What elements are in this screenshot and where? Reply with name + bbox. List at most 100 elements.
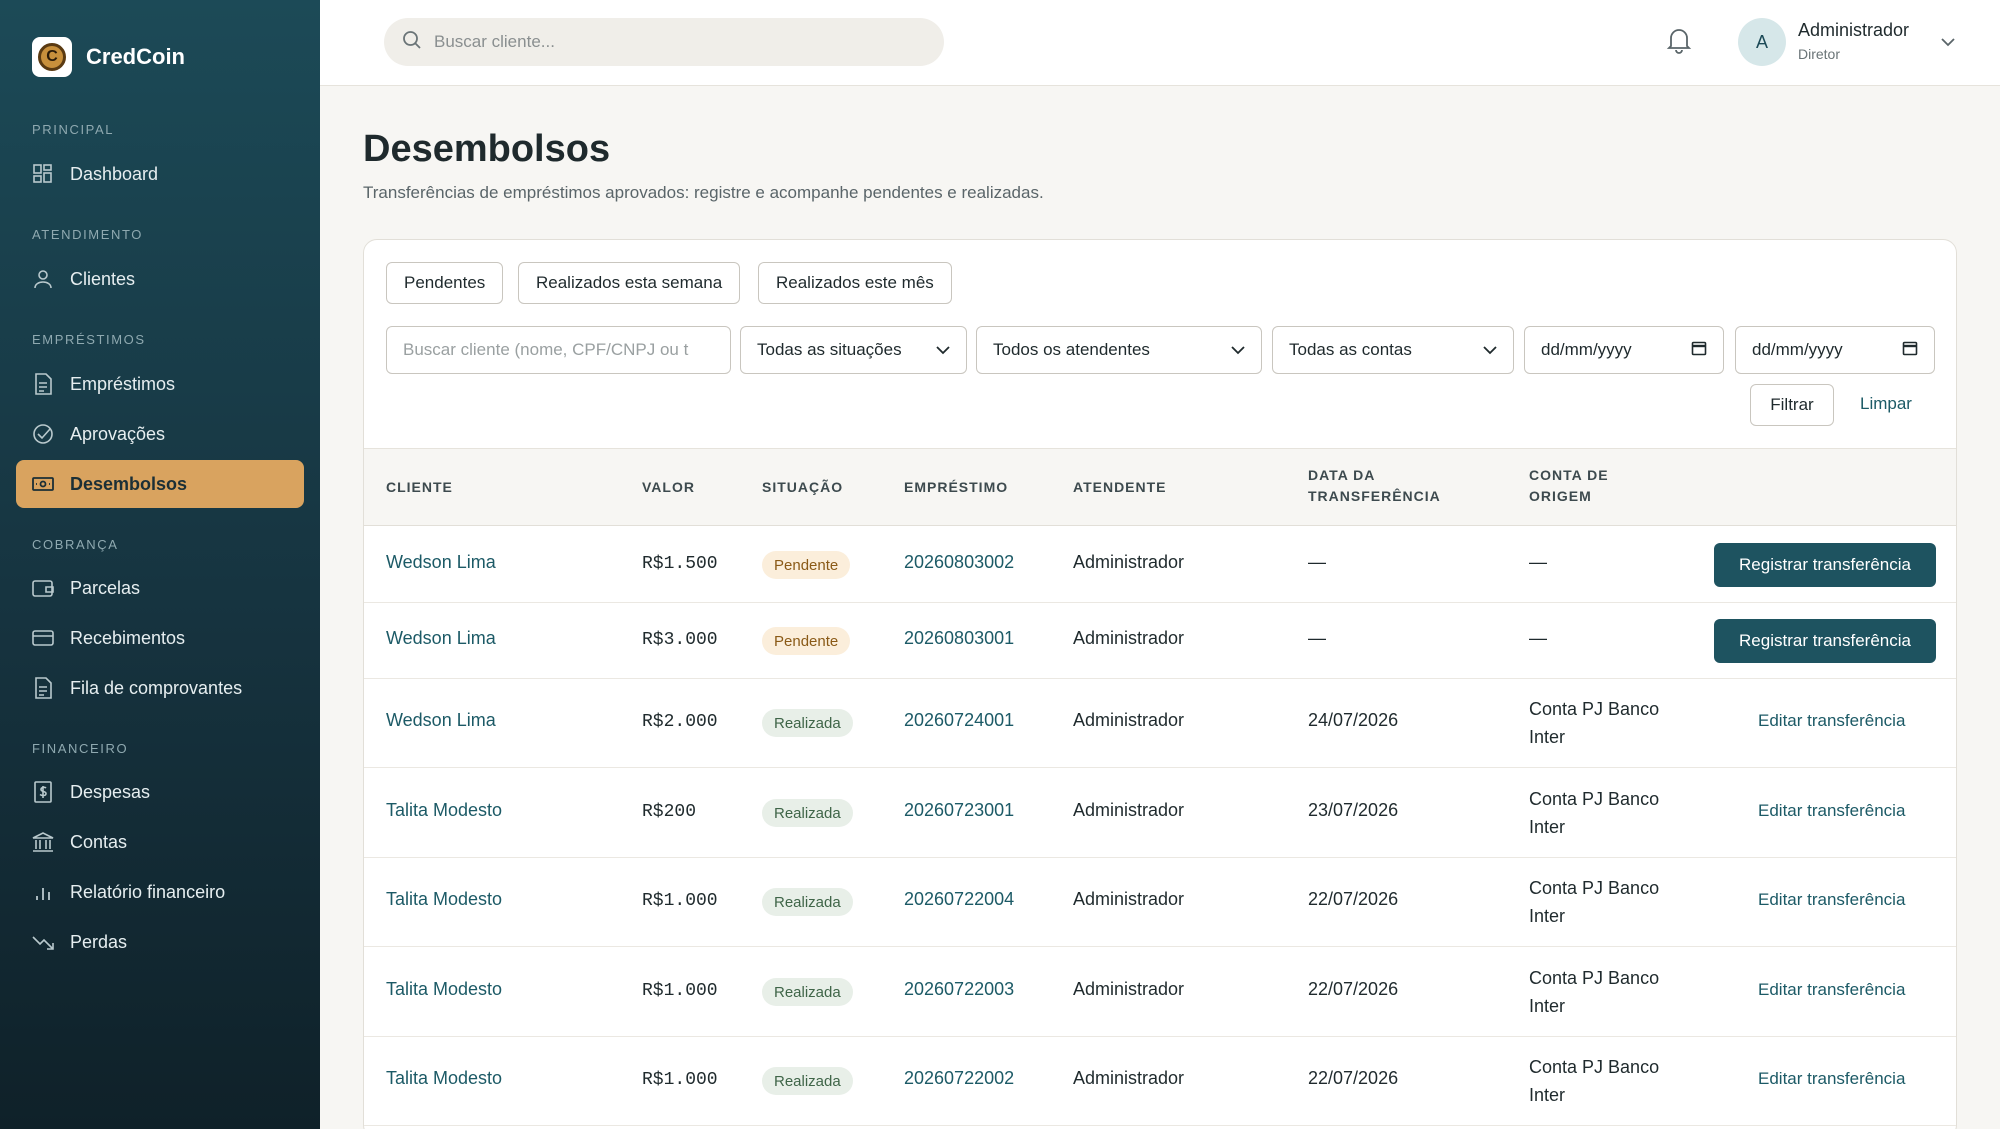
loan-link[interactable]: 20260723001 — [904, 800, 1014, 821]
column-header-loan[interactable]: EMPRÉSTIMO — [904, 477, 1008, 498]
column-header-transfer-date[interactable]: DATA DA TRANSFERÊNCIA — [1308, 465, 1441, 507]
status-select[interactable]: Todas as situações — [740, 326, 967, 374]
column-header-value[interactable]: VALOR — [642, 477, 695, 498]
quick-filter-realizados-semana[interactable]: Realizados esta semana — [518, 262, 741, 304]
sidebar-item-emprestimos[interactable]: Empréstimos — [16, 360, 304, 408]
clear-button[interactable]: Limpar — [1860, 394, 1912, 414]
edit-transfer-link[interactable]: Editar transferência — [1758, 711, 1905, 731]
user-role: Diretor — [1798, 46, 1841, 62]
loan-link[interactable]: 20260722004 — [904, 889, 1014, 910]
nav-section-principal: PRINCIPAL — [32, 122, 115, 137]
bar-chart-icon — [32, 881, 54, 903]
sidebar-item-label: Contas — [70, 831, 128, 852]
client-link[interactable]: Wedson Lima — [386, 710, 496, 731]
loan-link[interactable]: 20260724001 — [904, 710, 1014, 731]
column-header-attendant[interactable]: ATENDENTE — [1073, 477, 1167, 498]
register-transfer-button[interactable]: Registrar transferência — [1714, 543, 1936, 587]
edit-transfer-link[interactable]: Editar transferência — [1758, 980, 1905, 1000]
origin-account-cell: — — [1529, 552, 1547, 572]
sidebar-item-label: Aprovações — [70, 423, 166, 444]
global-search[interactable] — [384, 18, 944, 66]
edit-transfer-link[interactable]: Editar transferência — [1758, 1069, 1905, 1089]
client-link[interactable]: Wedson Lima — [386, 552, 496, 573]
user-icon — [32, 268, 54, 290]
user-name[interactable]: Administrador — [1798, 20, 1909, 41]
calendar-icon[interactable] — [1691, 340, 1707, 361]
search-input[interactable] — [434, 32, 914, 52]
sidebar-item-desembolsos[interactable]: Desembolsos — [16, 460, 304, 508]
origin-account-line: Inter — [1529, 727, 1566, 747]
value-cell: R$2.000 — [642, 712, 718, 732]
column-header-client[interactable]: CLIENTE — [386, 477, 453, 498]
client-link[interactable]: Wedson Lima — [386, 628, 496, 649]
column-header-line: TRANSFERÊNCIA — [1308, 488, 1441, 504]
value-cell: R$200 — [642, 802, 697, 822]
loan-link[interactable]: 20260803001 — [904, 628, 1014, 649]
loan-link[interactable]: 20260722002 — [904, 1068, 1014, 1089]
origin-account-cell: Conta PJ Banco Inter — [1529, 695, 1659, 751]
avatar[interactable]: A — [1738, 18, 1786, 66]
loan-link[interactable]: 20260803002 — [904, 552, 1014, 573]
client-link[interactable]: Talita Modesto — [386, 1068, 502, 1089]
value-cell: R$1.000 — [642, 891, 718, 911]
sidebar-item-despesas[interactable]: Despesas — [16, 768, 304, 816]
page-title: Desembolsos — [363, 128, 611, 170]
client-link[interactable]: Talita Modesto — [386, 979, 502, 1000]
table-row: Talita Modesto R$200 Realizada 202607230… — [364, 768, 1956, 858]
chevron-down-icon[interactable] — [1940, 34, 1956, 52]
edit-transfer-link[interactable]: Editar transferência — [1758, 801, 1905, 821]
client-link[interactable]: Talita Modesto — [386, 889, 502, 910]
chevron-down-icon — [936, 340, 950, 360]
bell-icon[interactable] — [1666, 26, 1696, 58]
origin-account-cell: Conta PJ Banco Inter — [1529, 874, 1659, 930]
status-badge: Realizada — [762, 888, 853, 916]
status-badge: Pendente — [762, 551, 851, 579]
client-search-placeholder: Buscar cliente (nome, CPF/CNPJ ou t — [403, 340, 689, 359]
sidebar-item-dashboard[interactable]: Dashboard — [16, 150, 304, 198]
sidebar-item-label: Parcelas — [70, 577, 141, 598]
edit-transfer-link[interactable]: Editar transferência — [1758, 890, 1905, 910]
client-search-field[interactable]: Buscar cliente (nome, CPF/CNPJ ou t — [386, 326, 731, 374]
transfer-date-cell: 23/07/2026 — [1308, 800, 1399, 820]
loan-link[interactable]: 20260722003 — [904, 979, 1014, 1000]
account-select[interactable]: Todas as contas — [1272, 326, 1514, 374]
nav-section-atendimento: ATENDIMENTO — [32, 227, 144, 242]
sidebar-item-fila-de-comprovantes[interactable]: Fila de comprovantes — [16, 664, 304, 712]
attendant-cell: Administrador — [1073, 889, 1185, 909]
table-row: Talita Modesto R$1.000 Realizada 2026072… — [364, 947, 1956, 1037]
column-header-status[interactable]: SITUAÇÃO — [762, 477, 843, 498]
sidebar-item-clientes[interactable]: Clientes — [16, 255, 304, 303]
column-header-line: CONTA DE — [1529, 467, 1609, 483]
column-header-origin-account[interactable]: CONTA DE ORIGEM — [1529, 465, 1609, 507]
nav-section-financeiro: FINANCEIRO — [32, 741, 129, 756]
table-row: Wedson Lima R$2.000 Realizada 2026072400… — [364, 679, 1956, 768]
origin-account-line: Inter — [1529, 906, 1566, 926]
filter-button[interactable]: Filtrar — [1750, 384, 1834, 426]
register-transfer-button[interactable]: Registrar transferência — [1714, 619, 1936, 663]
transfer-date-cell: — — [1308, 552, 1326, 572]
origin-account-cell: Conta PJ Banco Inter — [1529, 785, 1659, 841]
date-to-input[interactable]: dd/mm/yyyy — [1735, 326, 1935, 374]
sidebar-item-label: Despesas — [70, 781, 151, 802]
sidebar-item-relatorio-financeiro[interactable]: Relatório financeiro — [16, 868, 304, 916]
origin-account-line: Inter — [1529, 817, 1566, 837]
client-link[interactable]: Talita Modesto — [386, 800, 502, 821]
quick-filter-pendentes[interactable]: Pendentes — [386, 262, 504, 304]
origin-account-line: Conta PJ Banco — [1529, 1057, 1660, 1077]
sidebar-item-contas[interactable]: Contas — [16, 818, 304, 866]
attendant-select[interactable]: Todos os atendentes — [976, 326, 1262, 374]
sidebar-item-recebimentos[interactable]: Recebimentos — [16, 614, 304, 662]
column-header-line: DATA DA — [1308, 467, 1376, 483]
sidebar-item-aprovacoes[interactable]: Aprovações — [16, 410, 304, 458]
brand[interactable]: C CredCoin — [32, 37, 185, 77]
sidebar-item-perdas[interactable]: Perdas — [16, 918, 304, 966]
transfer-date-cell: 24/07/2026 — [1308, 710, 1399, 730]
status-badge: Realizada — [762, 799, 853, 827]
quick-filter-realizados-mes[interactable]: Realizados este mês — [758, 262, 952, 304]
receipt-icon — [32, 677, 54, 699]
account-select-value: Todas as contas — [1289, 340, 1412, 359]
sidebar-item-parcelas[interactable]: Parcelas — [16, 564, 304, 612]
date-from-input[interactable]: dd/mm/yyyy — [1524, 326, 1724, 374]
calendar-icon[interactable] — [1902, 340, 1918, 361]
table-row: Wedson Lima R$1.500 Pendente 20260803002… — [364, 527, 1956, 603]
